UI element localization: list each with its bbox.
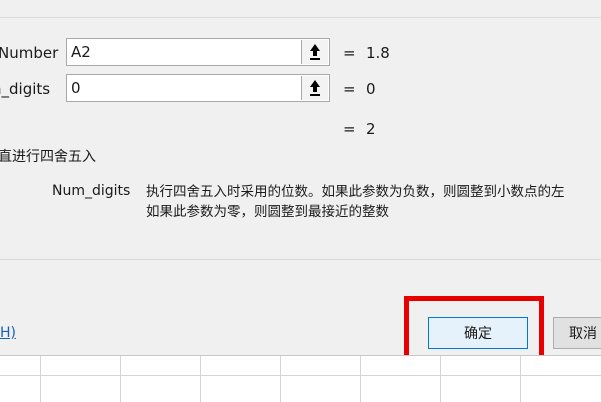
number-result: 1.8	[366, 44, 390, 62]
number-input-box[interactable]	[66, 38, 330, 66]
grid-row-line	[0, 375, 601, 376]
current-param-name: Num_digits	[52, 183, 131, 199]
arg-label-num-digits: n_digits	[0, 80, 51, 98]
equals-sign-num-digits: =	[343, 80, 356, 98]
number-input[interactable]	[71, 42, 296, 62]
grid-column-line	[280, 356, 281, 402]
num-digits-result: 0	[366, 80, 376, 98]
grid-column-line	[200, 356, 201, 402]
collapse-dialog-button-num-digits[interactable]	[301, 76, 328, 100]
grid-column-line	[40, 356, 41, 402]
spreadsheet-grid	[0, 355, 601, 402]
grid-column-line	[120, 356, 121, 402]
num-digits-input[interactable]	[71, 78, 296, 98]
param-description-line2: 如果此参数为零，则圆整到最接近的整数	[146, 204, 389, 220]
equals-sign-total: =	[343, 120, 356, 138]
top-divider	[0, 17, 601, 18]
grid-column-line	[360, 356, 361, 402]
help-link[interactable]: H)	[0, 325, 16, 341]
bottom-divider	[0, 259, 601, 260]
equals-sign-number: =	[343, 44, 356, 62]
function-description: 直进行四舍五入	[0, 149, 96, 165]
grid-column-line	[520, 356, 521, 402]
cancel-button[interactable]: 取消	[553, 317, 601, 349]
collapse-dialog-icon	[310, 44, 320, 60]
collapse-dialog-icon	[310, 80, 320, 96]
num-digits-input-box[interactable]	[66, 74, 330, 102]
formula-result: 2	[366, 120, 376, 138]
arg-label-number: Number	[0, 44, 59, 62]
ok-button[interactable]: 确定	[428, 317, 528, 349]
function-arguments-dialog: Number = 1.8 n_digits = 0 = 2 直进行四舍五入 Nu…	[0, 0, 601, 366]
param-description-line1: 执行四舍五入时采用的位数。如果此参数为负数，则圆整到小数点的左	[146, 184, 565, 200]
grid-column-line	[440, 356, 441, 402]
collapse-dialog-button-number[interactable]	[301, 40, 328, 64]
